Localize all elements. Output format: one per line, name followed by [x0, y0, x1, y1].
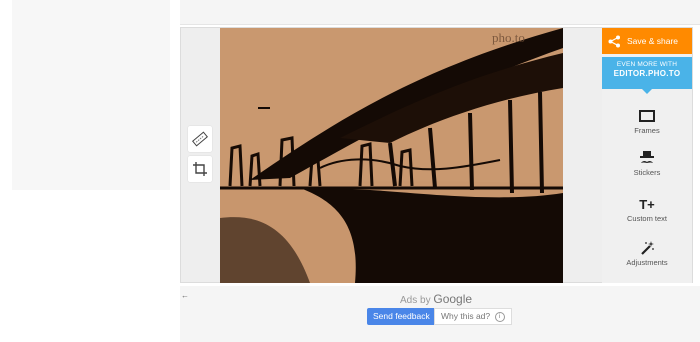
left-toolbar	[188, 126, 212, 186]
menu-item-label: Custom text	[626, 214, 667, 223]
crop-icon	[193, 162, 207, 176]
send-feedback-button[interactable]: Send feedback	[367, 308, 436, 325]
why-this-ad-label: Why this ad?	[441, 311, 491, 321]
menu-item-frames[interactable]: Frames	[602, 108, 692, 135]
custom-text-icon: T+	[639, 196, 655, 212]
promo-pointer	[642, 89, 652, 94]
save-share-label: Save & share	[627, 36, 679, 46]
menu-item-label: Frames	[634, 126, 660, 135]
editor-promo-banner[interactable]: EVEN MORE WITH EDITOR.PHO.TO	[602, 57, 692, 89]
top-ad-strip	[180, 0, 700, 25]
crop-button[interactable]	[188, 156, 212, 182]
adjustments-icon	[641, 241, 654, 255]
menu-item-label: Adjustments	[626, 258, 668, 267]
cartoon-photo-illustration: pho.to	[220, 28, 563, 283]
photo-tag-button[interactable]	[188, 126, 212, 152]
menu-item-adjustments[interactable]: Adjustments	[602, 240, 692, 267]
edited-photo: pho.to	[220, 28, 563, 283]
back-arrow-icon[interactable]: ←	[181, 291, 189, 300]
save-share-button[interactable]: Save & share	[602, 28, 692, 54]
ads-by-google: Ads by Google	[400, 292, 472, 306]
share-icon	[608, 35, 620, 47]
menu-item-custom-text[interactable]: T+ Custom text	[602, 196, 692, 224]
menu-item-stickers[interactable]: Stickers	[602, 150, 692, 177]
promo-line1: EVEN MORE WITH	[616, 61, 678, 68]
stickers-icon	[640, 151, 654, 163]
why-this-ad-button[interactable]: Why this ad? i	[434, 308, 512, 325]
photo-tag-icon	[192, 131, 208, 147]
info-icon: i	[494, 311, 505, 322]
menu-item-label: Stickers	[633, 168, 661, 177]
frames-icon	[639, 110, 655, 122]
ads-by-text: Ads by	[400, 295, 431, 306]
promo-line2: EDITOR.PHO.TO	[613, 69, 681, 78]
google-logo-text: Google	[433, 292, 473, 306]
left-ad-panel	[12, 0, 170, 190]
watermark-text: pho.to	[492, 30, 525, 45]
